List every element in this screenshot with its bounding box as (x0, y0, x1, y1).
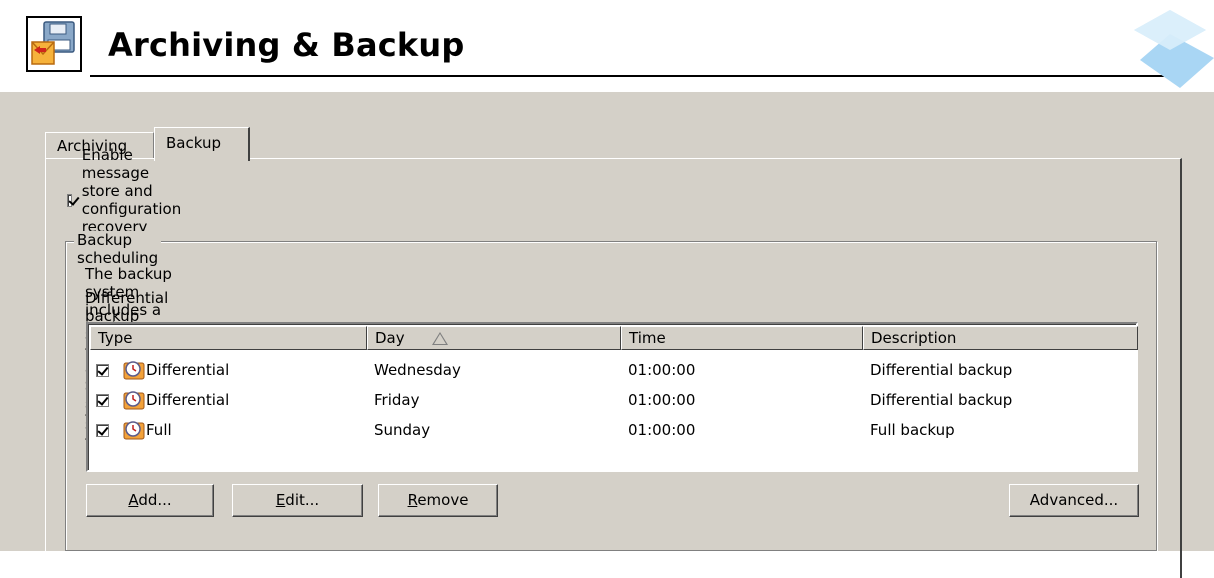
description-cell: Full backup (870, 421, 955, 439)
description-cell: Differential backup (870, 391, 1013, 409)
type-cell: Differential (90, 389, 367, 411)
remove-button-label: emove (417, 491, 469, 509)
type-label: Differential (146, 361, 230, 379)
schedule-clock-icon (123, 391, 145, 410)
add-button-mnemonic: A (128, 491, 139, 509)
tab-backup[interactable]: Backup (154, 127, 250, 161)
day-cell: Friday (374, 391, 420, 409)
table-row[interactable]: Differential Friday 01:00:00 Differentia… (90, 385, 1138, 415)
advanced-button[interactable]: Advanced... (1009, 484, 1139, 517)
column-header-day-label: Day (375, 329, 405, 347)
table-row[interactable]: Differential Wednesday 01:00:00 Differen… (90, 355, 1138, 385)
sort-ascending-icon (432, 332, 448, 345)
edit-button-label: dit... (285, 491, 320, 509)
column-header-type[interactable]: Type (90, 326, 367, 350)
add-button-label: dd... (138, 491, 172, 509)
edit-button[interactable]: Edit... (232, 484, 363, 517)
schedule-list[interactable]: Type Day Time Description Differential W… (86, 322, 1138, 472)
table-row[interactable]: Full Sunday 01:00:00 Full backup (90, 415, 1138, 445)
remove-button[interactable]: Remove (378, 484, 498, 517)
column-header-time[interactable]: Time (621, 326, 863, 350)
day-cell: Wednesday (374, 361, 461, 379)
type-cell: Differential (90, 359, 367, 381)
row-enabled-checkbox[interactable] (96, 363, 109, 377)
column-header-day[interactable]: Day (367, 326, 621, 350)
list-header: Type Day Time Description (90, 326, 1138, 350)
schedule-clock-icon (123, 361, 145, 380)
description-cell: Differential backup (870, 361, 1013, 379)
edit-button-mnemonic: E (275, 491, 286, 509)
backup-scheduling-label: Backup scheduling (74, 231, 162, 267)
decorative-cube-icon (1134, 10, 1214, 88)
time-cell: 01:00:00 (628, 421, 696, 439)
type-label: Differential (146, 391, 230, 409)
add-button[interactable]: Add... (86, 484, 214, 517)
schedule-clock-icon (123, 421, 145, 440)
backup-floppy-icon (26, 16, 82, 72)
enable-backup-checkbox[interactable] (67, 193, 72, 207)
type-label: Full (146, 421, 172, 439)
page-title: Archiving & Backup (108, 26, 465, 64)
time-cell: 01:00:00 (628, 361, 696, 379)
page-header: Archiving & Backup (0, 0, 1214, 92)
time-cell: 01:00:00 (628, 391, 696, 409)
type-cell: Full (90, 419, 367, 441)
day-cell: Sunday (374, 421, 431, 439)
column-header-description[interactable]: Description (863, 326, 1138, 350)
row-enabled-checkbox[interactable] (96, 393, 109, 407)
remove-button-mnemonic: R (407, 491, 418, 509)
row-enabled-checkbox[interactable] (96, 423, 109, 437)
enable-backup-row[interactable]: Enable message store and configuration r… (67, 146, 190, 254)
header-divider (90, 75, 1187, 77)
